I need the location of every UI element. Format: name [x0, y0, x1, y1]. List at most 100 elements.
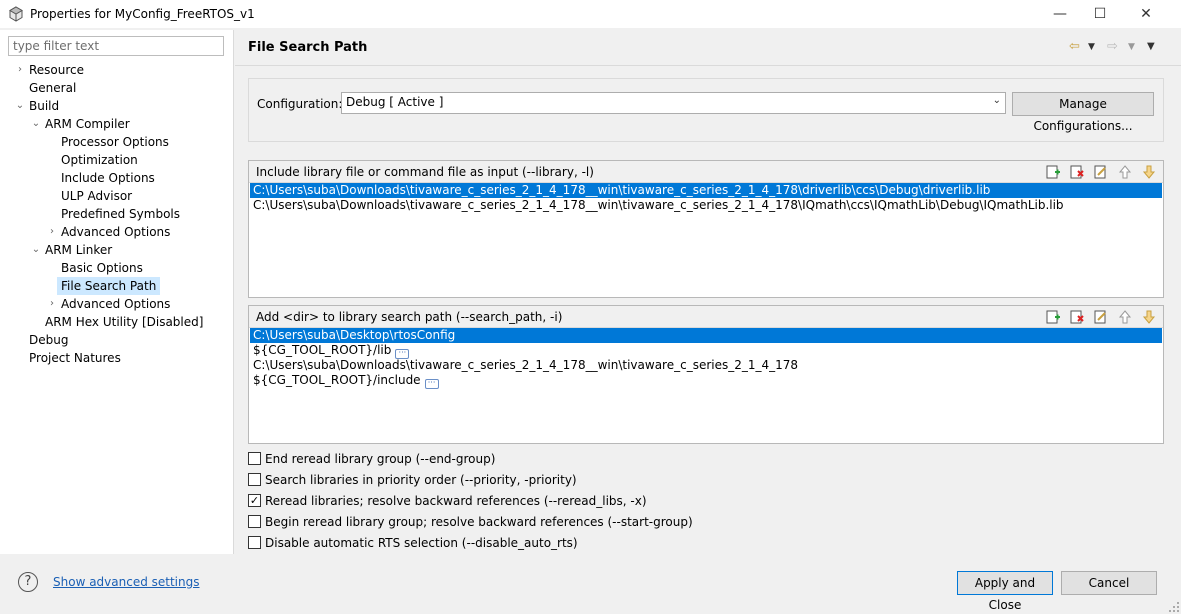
back-arrow-icon[interactable]: ⇦ [1069, 39, 1080, 54]
dialog-footer: ? Show advanced settings Apply and Close… [0, 554, 1181, 614]
expand-arrow-icon[interactable]: › [47, 295, 57, 313]
resize-grip-icon[interactable] [1167, 600, 1181, 614]
configuration-value: Debug [ Active ] [346, 95, 444, 109]
manage-configurations-button[interactable]: Manage Configurations... [1012, 92, 1154, 133]
list-item-text: C:\Users\suba\Downloads\tivaware_c_serie… [253, 183, 991, 197]
help-icon[interactable]: ? [18, 572, 38, 592]
tree-item[interactable]: ULP Advisor [61, 187, 132, 205]
collapse-arrow-icon[interactable]: ⌄ [31, 241, 41, 259]
tree-item[interactable]: Advanced Options [61, 295, 170, 313]
apply-and-close-button[interactable]: Apply and Close [957, 571, 1053, 612]
list-item[interactable]: C:\Users\suba\Downloads\tivaware_c_serie… [250, 358, 1162, 373]
tree-item[interactable]: Advanced Options [61, 223, 170, 241]
configuration-group: Configuration: Debug [ Active ] ⌄ Manage… [248, 78, 1164, 142]
search-path-list: Add <dir> to library search path (--sear… [248, 305, 1164, 444]
close-button[interactable]: ✕ [1123, 0, 1169, 28]
forward-arrow-icon[interactable]: ⇨ [1107, 39, 1118, 54]
list-item[interactable]: ${CG_TOOL_ROOT}/include ··· [250, 373, 1162, 389]
main-panel: File Search Path ⇦ ▼ ⇨ ▼ ▼ Configuration… [235, 30, 1181, 554]
checkbox-checked[interactable]: ✓ [248, 494, 261, 507]
chevron-down-icon: ⌄ [992, 95, 1001, 106]
collapse-arrow-icon[interactable]: ⌄ [31, 115, 41, 133]
option-checkbox-row[interactable]: Search libraries in priority order (--pr… [248, 469, 577, 490]
variable-icon: ··· [424, 379, 439, 389]
library-list-header: Include library file or command file as … [249, 161, 1163, 183]
tree-item[interactable]: ARM Linker [45, 241, 112, 259]
search-path-list-title: Add <dir> to library search path (--sear… [256, 310, 563, 324]
option-label: Reread libraries; resolve backward refer… [265, 493, 647, 508]
move-down-icon[interactable] [1141, 164, 1157, 180]
configuration-select[interactable]: Debug [ Active ] ⌄ [341, 92, 1006, 114]
checkbox-unchecked[interactable] [248, 452, 261, 465]
library-list: Include library file or command file as … [248, 160, 1164, 298]
minimize-icon: — [1053, 6, 1067, 22]
list-item[interactable]: C:\Users\suba\Downloads\tivaware_c_serie… [250, 183, 1162, 198]
filter-input[interactable] [8, 36, 224, 56]
list-item-text: ${CG_TOOL_ROOT}/lib [253, 343, 392, 357]
add-icon[interactable] [1045, 164, 1061, 180]
cancel-button[interactable]: Cancel [1061, 571, 1157, 595]
tree-item[interactable]: Project Natures [29, 349, 121, 367]
list-item-text: ${CG_TOOL_ROOT}/include [253, 373, 421, 387]
tree-item[interactable]: Basic Options [61, 259, 143, 277]
move-up-icon[interactable] [1117, 164, 1133, 180]
tree-item[interactable]: Processor Options [61, 133, 169, 151]
search-path-rows: C:\Users\suba\Desktop\rtosConfig ${CG_TOO… [249, 328, 1163, 389]
tree-item[interactable]: General [29, 79, 76, 97]
checkbox-unchecked[interactable] [248, 473, 261, 486]
library-list-title: Include library file or command file as … [256, 165, 594, 179]
option-checkbox-row[interactable]: End reread library group (--end-group) [248, 448, 495, 469]
show-advanced-settings-link[interactable]: Show advanced settings [53, 575, 200, 589]
expand-arrow-icon[interactable]: › [47, 223, 57, 241]
search-path-list-header: Add <dir> to library search path (--sear… [249, 306, 1163, 328]
checkbox-unchecked[interactable] [248, 536, 261, 549]
tree-item[interactable]: Build [29, 97, 59, 115]
add-icon[interactable] [1045, 309, 1061, 325]
list-item[interactable]: ${CG_TOOL_ROOT}/lib ··· [250, 343, 1162, 359]
delete-icon[interactable] [1069, 309, 1085, 325]
move-up-icon[interactable] [1117, 309, 1133, 325]
option-label: Begin reread library group; resolve back… [265, 514, 693, 529]
tree-item[interactable]: Resource [29, 61, 84, 79]
tree-item[interactable]: File Search Path [57, 277, 161, 295]
eclipse-app-icon [9, 6, 23, 22]
option-checkbox-row[interactable]: Disable automatic RTS selection (--disab… [248, 532, 578, 553]
option-checkbox-row[interactable]: ✓ Reread libraries; resolve backward refe… [248, 490, 647, 511]
configuration-label: Configuration: [257, 97, 343, 111]
list-item-text: C:\Users\suba\Desktop\rtosConfig [253, 328, 456, 342]
list-item[interactable]: C:\Users\suba\Desktop\rtosConfig [250, 328, 1162, 343]
library-toolbar [1045, 164, 1157, 180]
page-header: File Search Path ⇦ ▼ ⇨ ▼ ▼ [235, 30, 1181, 66]
view-menu-icon[interactable]: ▼ [1147, 41, 1155, 52]
sidebar: ›ResourceGeneral⌄Build⌄ARM CompilerProce… [0, 30, 234, 554]
close-icon: ✕ [1140, 6, 1152, 22]
collapse-arrow-icon[interactable]: ⌄ [15, 97, 25, 115]
maximize-icon: ☐ [1093, 6, 1107, 22]
checkbox-unchecked[interactable] [248, 515, 261, 528]
list-item[interactable]: C:\Users\suba\Downloads\tivaware_c_serie… [250, 198, 1162, 213]
tree-item[interactable]: Optimization [61, 151, 138, 169]
page-title: File Search Path [248, 40, 368, 55]
window-title: Properties for MyConfig_FreeRTOS_v1 [30, 7, 255, 21]
tree-item[interactable]: Include Options [61, 169, 155, 187]
back-dropdown-icon[interactable]: ▼ [1088, 42, 1095, 52]
list-item-text: C:\Users\suba\Downloads\tivaware_c_serie… [253, 358, 799, 372]
option-label: Disable automatic RTS selection (--disab… [265, 535, 578, 550]
maximize-button[interactable]: ☐ [1077, 0, 1123, 28]
move-down-icon[interactable] [1141, 309, 1157, 325]
tree-item[interactable]: ARM Compiler [45, 115, 130, 133]
list-item-text: C:\Users\suba\Downloads\tivaware_c_serie… [253, 198, 1064, 212]
option-checkbox-row[interactable]: Begin reread library group; resolve back… [248, 511, 693, 532]
title-bar: Properties for MyConfig_FreeRTOS_v1 [0, 0, 1181, 28]
tree-item[interactable]: ARM Hex Utility [Disabled] [45, 313, 203, 331]
expand-arrow-icon[interactable]: › [15, 61, 25, 79]
edit-icon[interactable] [1093, 309, 1109, 325]
forward-dropdown-icon[interactable]: ▼ [1128, 42, 1135, 52]
tree-item[interactable]: Debug [29, 331, 68, 349]
tree-item[interactable]: Predefined Symbols [61, 205, 180, 223]
edit-icon[interactable] [1093, 164, 1109, 180]
option-label: Search libraries in priority order (--pr… [265, 472, 577, 487]
library-rows: C:\Users\suba\Downloads\tivaware_c_serie… [249, 183, 1163, 213]
delete-icon[interactable] [1069, 164, 1085, 180]
option-label: End reread library group (--end-group) [265, 451, 496, 466]
